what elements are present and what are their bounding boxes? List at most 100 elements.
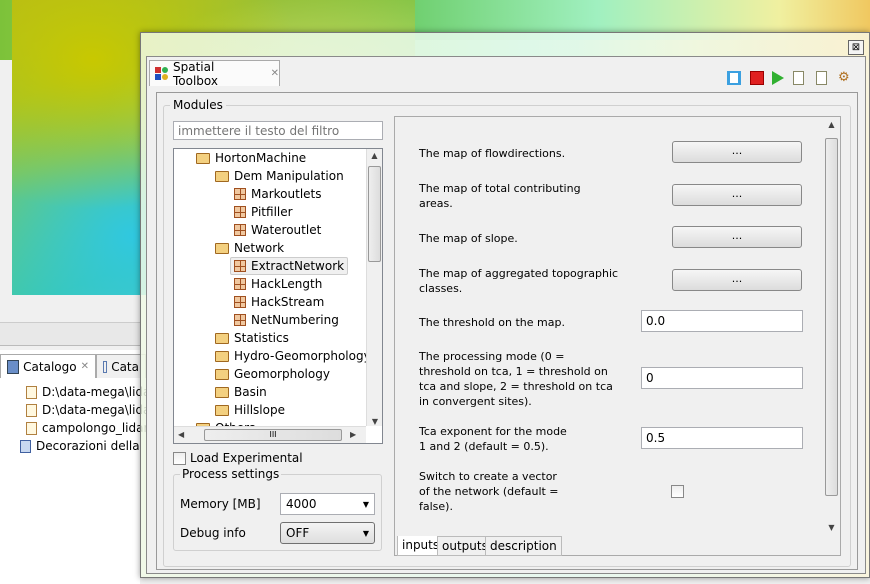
close-dialog-button[interactable]: ⊠: [848, 40, 864, 55]
layout-toggle-icon[interactable]: [727, 71, 741, 85]
tree-vertical-scrollbar[interactable]: ▲ ▼: [366, 149, 382, 426]
new-script-icon[interactable]: [816, 71, 827, 85]
tree-horizontal-scrollbar[interactable]: ◀ III ▶: [174, 426, 366, 443]
item-label: D:\data-mega\lida: [42, 385, 151, 399]
close-icon[interactable]: ✕: [81, 361, 89, 372]
memory-label: Memory [MB]: [180, 497, 261, 511]
param-label: Switch to create a vector of the network…: [419, 470, 559, 513]
tree-item[interactable]: NetNumbering: [234, 311, 339, 329]
folder-icon: [215, 242, 229, 254]
browse-slope-button[interactable]: ...: [672, 226, 802, 248]
process-settings-label: Process settings: [180, 467, 282, 481]
tree-item-label: Dem Manipulation: [234, 169, 344, 183]
tree-item-label: Wateroutlet: [251, 223, 322, 237]
item-label: campolongo_lidar: [42, 421, 149, 435]
item-label: Decorazioni della: [36, 439, 140, 453]
list-item[interactable]: campolongo_lidar: [26, 419, 148, 437]
tca-exponent-input[interactable]: 0.5: [641, 427, 803, 449]
scroll-up-icon[interactable]: ▲: [823, 118, 840, 132]
module-icon: [234, 260, 246, 272]
tab-label: Cata: [111, 359, 139, 374]
list-item[interactable]: D:\data-mega\lida: [26, 383, 150, 401]
param-label: The map of slope.: [419, 232, 518, 245]
tab-label: Catalogo: [23, 359, 77, 374]
tree-item[interactable]: Statistics: [215, 329, 289, 347]
param-label: The processing mode (0 = threshold on tc…: [419, 350, 613, 408]
params-vertical-scrollbar[interactable]: ▲ ▼: [823, 118, 840, 534]
scroll-up-icon[interactable]: ▲: [367, 149, 382, 163]
tree-item-label: Network: [234, 241, 285, 255]
list-item[interactable]: D:\data-mega\lida: [26, 401, 150, 419]
tree-item-label: NetNumbering: [251, 313, 339, 327]
load-experimental-checkbox[interactable]: Load Experimental: [173, 451, 303, 465]
tree-item[interactable]: Markoutlets: [234, 185, 322, 203]
module-icon: [234, 296, 246, 308]
tree-item[interactable]: HackStream: [234, 293, 324, 311]
checkbox[interactable]: [173, 451, 186, 465]
tree-item[interactable]: Dem Manipulation: [215, 167, 344, 185]
debug-value: OFF: [286, 526, 310, 540]
tab-description[interactable]: description: [485, 536, 562, 556]
close-icon[interactable]: ✕: [271, 68, 279, 79]
scroll-left-icon[interactable]: ◀: [178, 430, 184, 439]
grid-file-icon: [26, 421, 37, 435]
param-label: Tca exponent for the mode 1 and 2 (defau…: [419, 425, 567, 453]
tree-item[interactable]: Basin: [215, 383, 267, 401]
tree-item[interactable]: Wateroutlet: [234, 221, 321, 239]
process-settings-group: Process settings Memory [MB] 4000 ▼ Debug…: [173, 467, 382, 551]
tree-item-label: Hydro-Geomorphology: [234, 349, 371, 363]
tree-item[interactable]: ExtractNetwork: [230, 257, 349, 275]
filter-input[interactable]: [173, 121, 383, 140]
list-item[interactable]: Decorazioni della: [20, 437, 140, 455]
processing-mode-input[interactable]: 0: [641, 367, 803, 389]
stop-icon[interactable]: [750, 71, 764, 85]
browse-tca-button[interactable]: ...: [672, 184, 802, 206]
tree-item[interactable]: Pitfiller: [234, 203, 293, 221]
scroll-down-icon[interactable]: ▼: [367, 417, 382, 426]
checkbox-label: Load Experimental: [190, 451, 303, 465]
raster-file-icon: [26, 385, 37, 399]
tab-catalog-2[interactable]: Cata: [96, 354, 146, 378]
param-label: The map of total contributing areas.: [419, 182, 581, 210]
debug-combo[interactable]: OFF ▼: [280, 522, 375, 544]
module-icon: [234, 206, 246, 218]
item-label: D:\data-mega\lida: [42, 403, 151, 417]
tree-item[interactable]: Hydro-Geomorphology: [215, 347, 371, 365]
folder-icon: [215, 368, 229, 380]
view-container: Spatial Toolbox ✕ ⚙ Modules HortonMachin…: [146, 56, 866, 574]
tree-item-label: HortonMachine: [215, 151, 307, 165]
tab-catalogo[interactable]: Catalogo ✕: [0, 354, 96, 378]
scroll-thumb[interactable]: III: [204, 429, 342, 441]
memory-combo[interactable]: 4000 ▼: [280, 493, 375, 515]
run-icon[interactable]: [772, 71, 784, 85]
tree-item[interactable]: Hillslope: [215, 401, 285, 419]
browse-flowdirections-button[interactable]: ...: [672, 141, 802, 163]
tree-item[interactable]: Network: [215, 239, 284, 257]
param-label: The map of flowdirections.: [419, 147, 566, 160]
browse-topoclasses-button[interactable]: ...: [672, 269, 802, 291]
param-label: The threshold on the map.: [419, 316, 565, 329]
scroll-right-icon[interactable]: ▶: [350, 430, 356, 439]
tree-item[interactable]: Geomorphology: [215, 365, 330, 383]
chevron-down-icon: ▼: [362, 528, 369, 538]
module-icon: [234, 278, 246, 290]
window-icon: [103, 360, 108, 373]
modules-tree[interactable]: HortonMachine Dem Manipulation Markoutlets…: [173, 148, 383, 444]
tree-item-label: HackLength: [251, 277, 323, 291]
folder-icon: [215, 170, 229, 182]
generate-script-icon[interactable]: [793, 71, 804, 85]
chevron-down-icon: ▼: [362, 499, 369, 509]
tree-item[interactable]: HortonMachine: [196, 149, 306, 167]
settings-icon[interactable]: ⚙: [838, 71, 852, 85]
folder-icon: [196, 152, 210, 164]
tab-spatial-toolbox[interactable]: Spatial Toolbox ✕: [149, 60, 280, 88]
tree-item-label: Geomorphology: [234, 367, 330, 381]
catalog-icon: [7, 359, 20, 374]
memory-value: 4000: [286, 497, 317, 511]
scroll-thumb[interactable]: [368, 166, 381, 262]
scroll-down-icon[interactable]: ▼: [823, 523, 840, 532]
threshold-input[interactable]: 0.0: [641, 310, 803, 332]
scroll-thumb[interactable]: [825, 138, 838, 496]
create-vector-checkbox[interactable]: [671, 485, 684, 498]
tree-item[interactable]: HackLength: [234, 275, 322, 293]
